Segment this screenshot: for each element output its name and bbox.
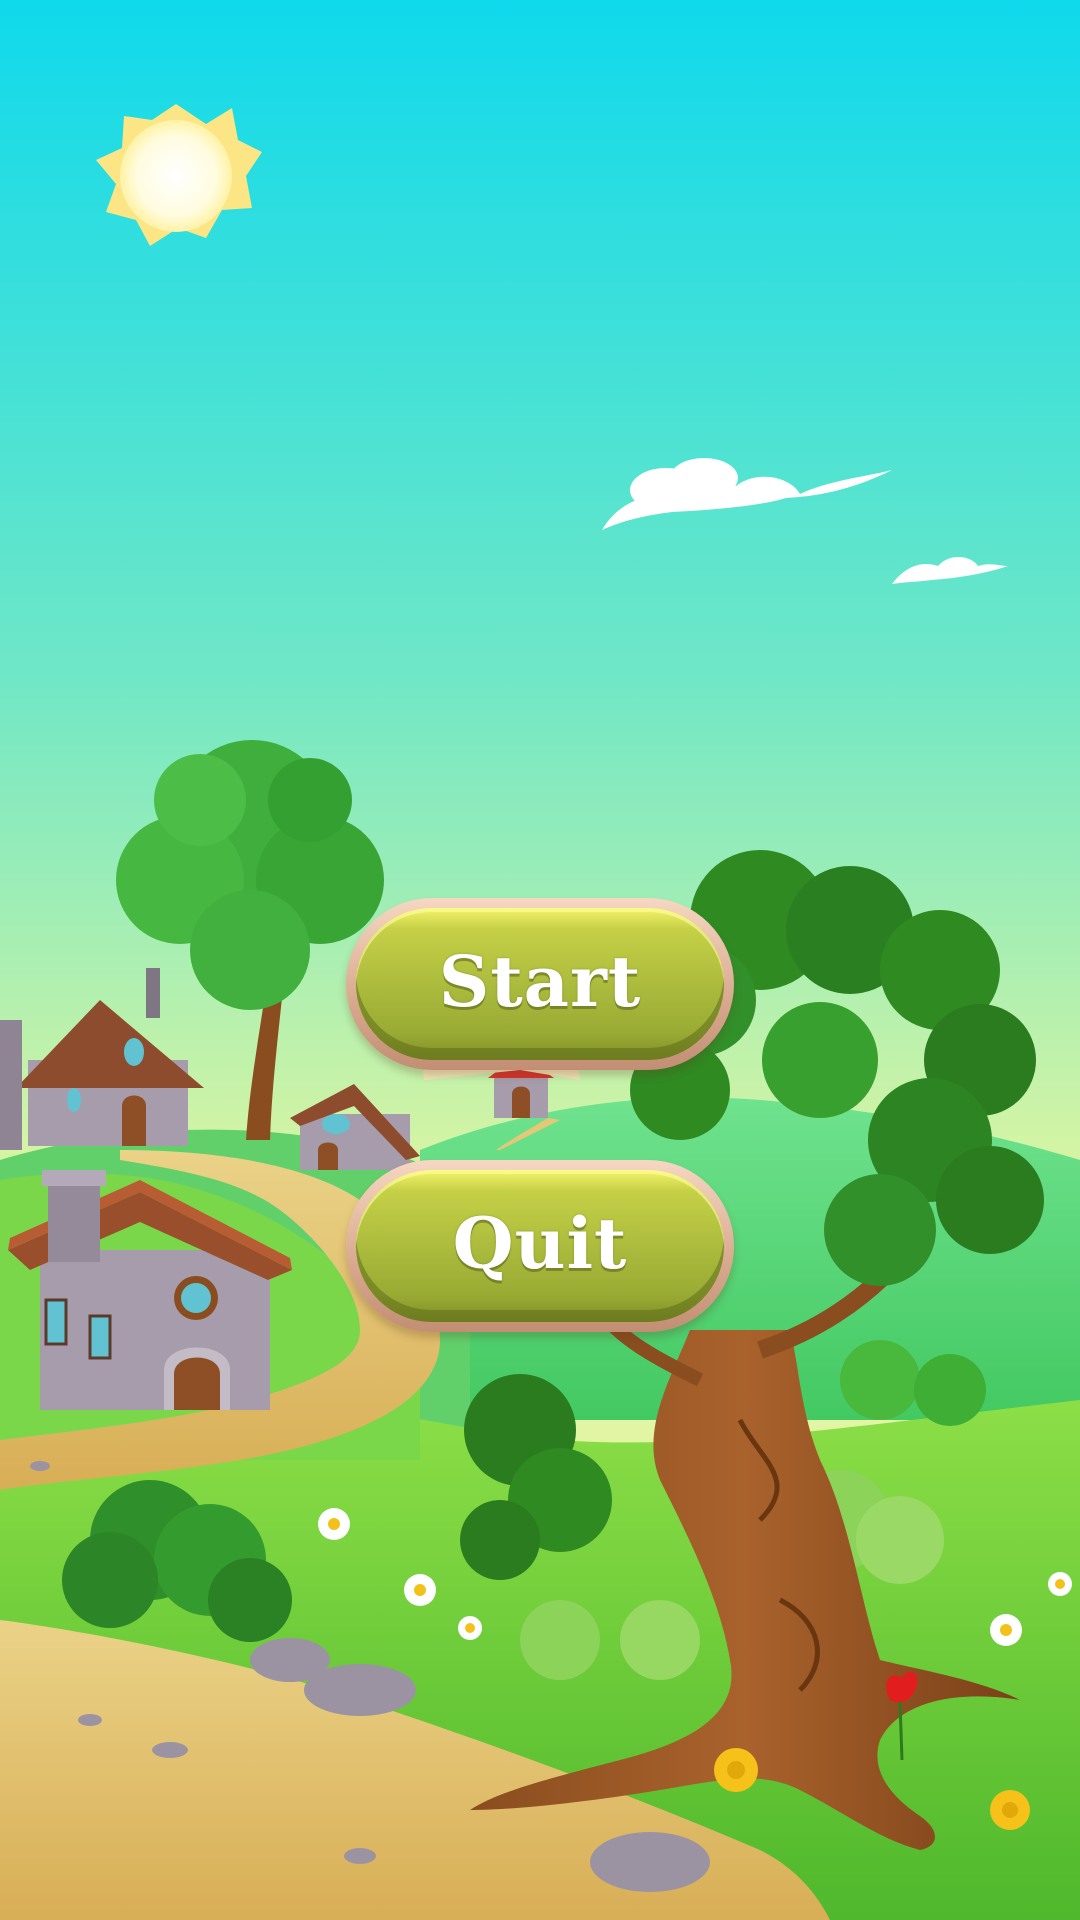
quit-button-face: Quit: [356, 1170, 724, 1322]
start-button[interactable]: Start: [346, 898, 734, 1070]
quit-button[interactable]: Quit: [346, 1160, 734, 1332]
quit-button-label: Quit: [452, 1201, 628, 1285]
start-button-label: Start: [438, 939, 642, 1023]
start-button-face: Start: [356, 908, 724, 1060]
